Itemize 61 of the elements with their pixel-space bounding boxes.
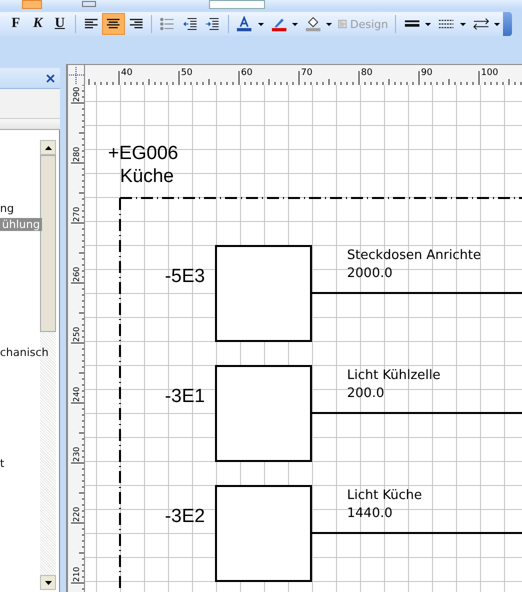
ruler-label: 250	[72, 326, 81, 342]
toolbar-button[interactable]	[82, 1, 96, 7]
format-button[interactable]: U	[48, 13, 71, 35]
dropdown-arrow-icon[interactable]	[292, 22, 298, 26]
location-code: +EG006	[108, 143, 178, 164]
dropdown-arrow-icon[interactable]	[494, 22, 500, 26]
ruler-label: 50	[181, 68, 192, 78]
align-right-icon	[128, 18, 144, 30]
ruler-label: 290	[72, 86, 81, 102]
dropdown-arrow-icon[interactable]	[460, 22, 466, 26]
align-left-icon	[84, 18, 98, 30]
dropdown-arrow-icon[interactable]	[258, 22, 264, 26]
ruler-label: 210	[72, 566, 81, 582]
line-ends-icon	[472, 17, 489, 31]
ruler-label: 40	[121, 68, 132, 78]
tree-item[interactable]: t	[0, 457, 4, 470]
ruler-label: 230	[72, 446, 81, 462]
fill-icon	[305, 16, 322, 32]
ruler-label: 260	[72, 266, 81, 282]
ruler-label: 270	[72, 206, 81, 222]
ruler-label: 90	[421, 68, 432, 78]
ruler-label: 70	[301, 68, 312, 78]
device-title: Licht Kühlzelle	[347, 368, 440, 383]
ruler-label: 280	[72, 146, 81, 162]
column-header	[0, 118, 60, 130]
align-center-icon	[106, 18, 121, 30]
device-value: 200.0	[347, 386, 384, 401]
zoom-field[interactable]	[209, 0, 265, 9]
device-tag: -3E1	[164, 386, 205, 407]
device-tag: -3E2	[164, 506, 205, 527]
line-dash-icon	[438, 17, 455, 31]
scroll-thumb[interactable]	[40, 155, 56, 332]
ruler-label: 60	[241, 68, 252, 78]
device-tag: -5E3	[164, 266, 205, 287]
scroll-up-icon[interactable]	[40, 140, 56, 155]
close-icon[interactable]	[46, 74, 56, 82]
scroll-down-icon[interactable]	[40, 575, 56, 590]
outdent-icon	[182, 17, 198, 31]
panel-header	[0, 88, 60, 118]
tree-item[interactable]: chanisch	[0, 346, 49, 359]
ruler-label: 220	[72, 506, 81, 522]
tree-item[interactable]: ng	[0, 202, 34, 215]
format-button[interactable]: F	[4, 13, 27, 35]
device-title: Steckdosen Anrichte	[347, 248, 481, 263]
location-name: Küche	[120, 166, 174, 187]
ruler-label: 100	[481, 68, 498, 78]
ruler-label: 80	[361, 68, 372, 78]
indent-icon	[205, 17, 220, 31]
ruler-label: 240	[72, 386, 81, 402]
toolbar-options-icon[interactable]	[502, 12, 512, 36]
dropdown-arrow-icon[interactable]	[326, 22, 332, 26]
font-color-icon	[236, 16, 253, 32]
device-title: Licht Küche	[347, 488, 422, 503]
bullets-icon	[160, 17, 175, 31]
design-icon	[338, 17, 348, 31]
highlight-icon	[270, 16, 288, 32]
device-value: 2000.0	[347, 266, 392, 281]
format-button[interactable]: K	[26, 13, 49, 35]
align-center-button[interactable]	[102, 13, 125, 35]
dropdown-arrow-icon[interactable]	[425, 22, 432, 26]
device-value: 1440.0	[347, 506, 392, 521]
